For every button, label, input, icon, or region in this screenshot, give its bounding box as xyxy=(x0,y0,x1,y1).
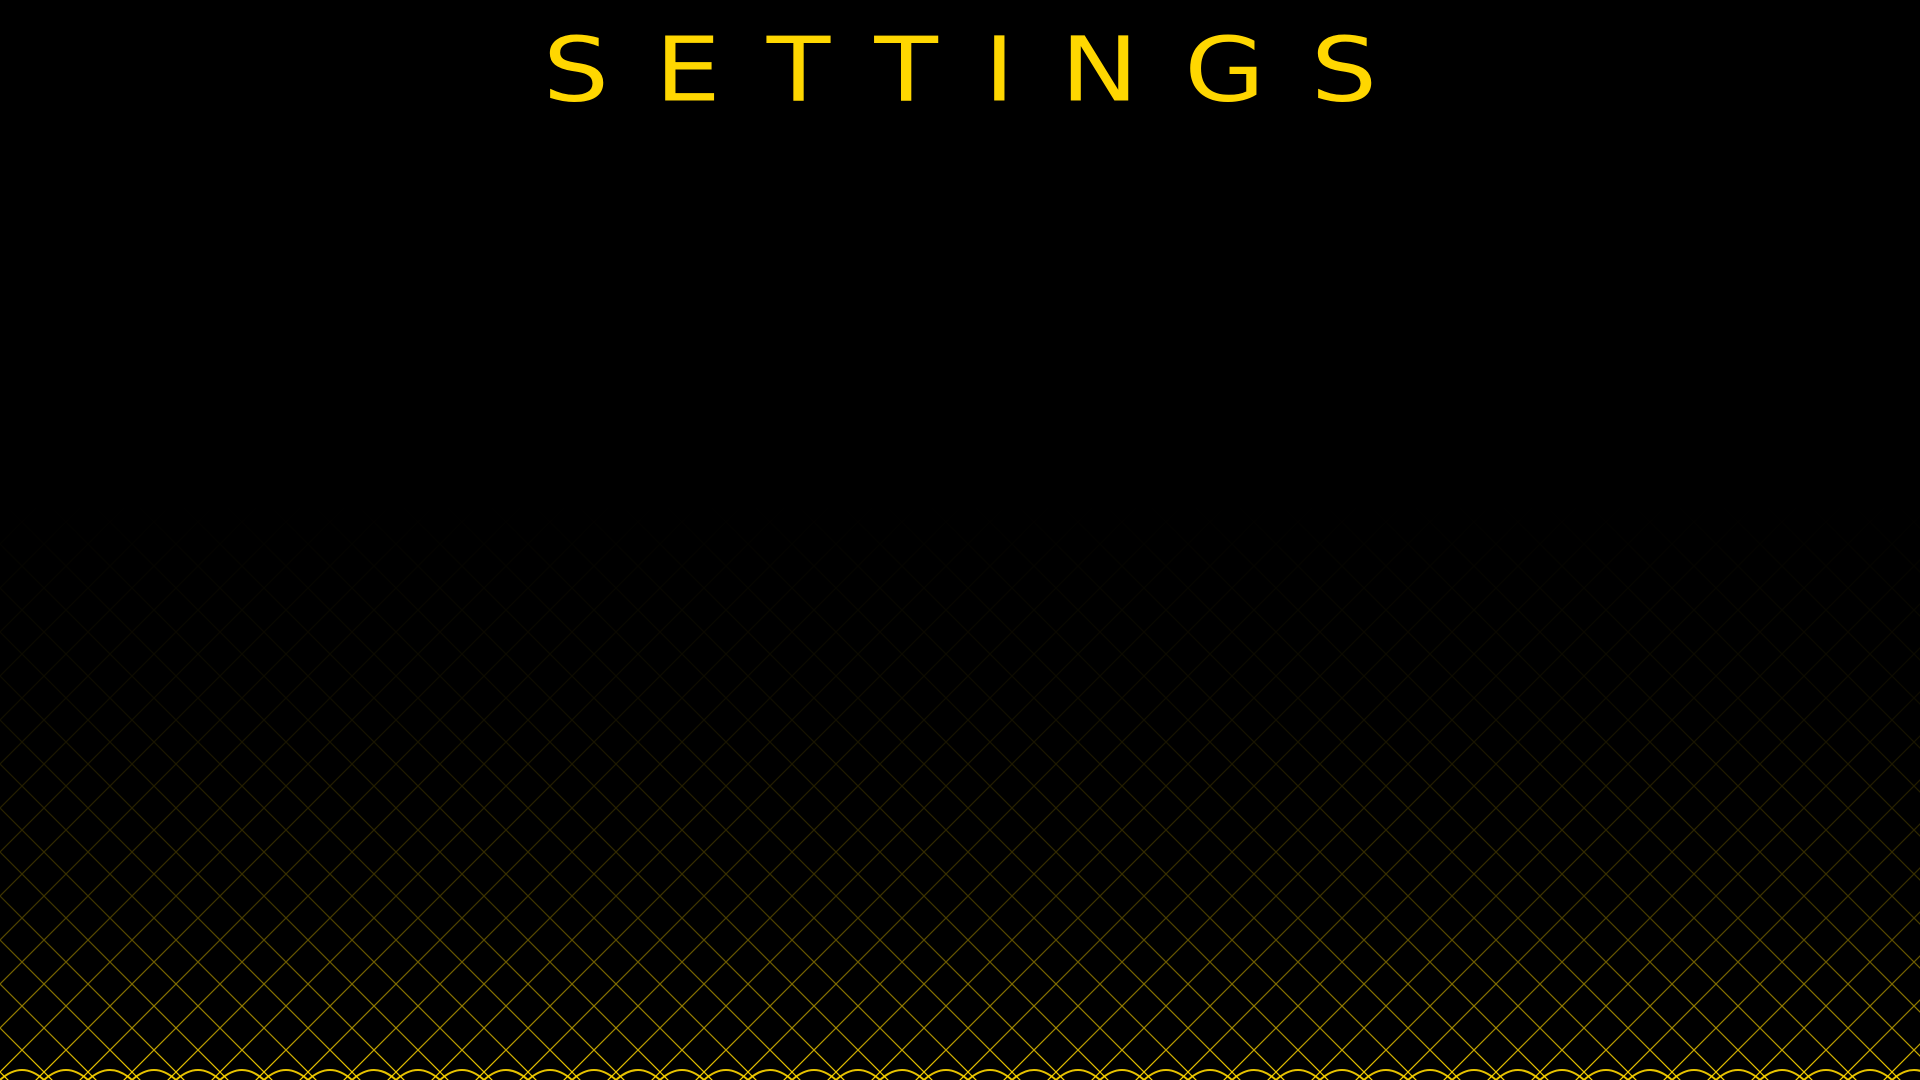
scallop-arc xyxy=(659,1069,705,1080)
scallop-arc xyxy=(1715,1069,1761,1080)
scallop-arc xyxy=(1891,1069,1920,1080)
scallop-arc xyxy=(571,1069,617,1080)
scallop-arc xyxy=(1319,1069,1365,1080)
scallop-arc xyxy=(1539,1069,1585,1080)
scallop-arc xyxy=(1011,1069,1057,1080)
scallop-arc xyxy=(395,1069,441,1080)
scallop-arc xyxy=(1363,1069,1409,1080)
scallop-arc xyxy=(527,1069,573,1080)
scallop-arc xyxy=(1759,1069,1805,1080)
settings-screen: SETTINGS xyxy=(0,0,1920,1080)
scallop-arc xyxy=(263,1069,309,1080)
scallop-arc xyxy=(307,1069,353,1080)
scallop-arc xyxy=(923,1069,969,1080)
scallop-arc xyxy=(483,1069,529,1080)
scallop-arc xyxy=(1055,1069,1101,1080)
scallop-arc xyxy=(879,1069,925,1080)
scallop-arc xyxy=(1451,1069,1497,1080)
scallop-arc xyxy=(615,1069,661,1080)
scallop-arc xyxy=(747,1069,793,1080)
scallop-arc xyxy=(175,1069,221,1080)
page-title: SETTINGS xyxy=(542,17,1424,123)
scallop-arc xyxy=(1099,1069,1145,1080)
scallop-arc xyxy=(439,1069,485,1080)
scallop-arc xyxy=(1495,1069,1541,1080)
scallop-arc xyxy=(1583,1069,1629,1080)
scallop-arc xyxy=(131,1069,177,1080)
scallop-arc xyxy=(791,1069,837,1080)
scallop-arc xyxy=(1407,1069,1453,1080)
scallop-arc xyxy=(967,1069,1013,1080)
scallop-arc xyxy=(1143,1069,1189,1080)
scallop-arc xyxy=(703,1069,749,1080)
scallop-arc xyxy=(219,1069,265,1080)
scallop-arc xyxy=(1847,1069,1893,1080)
scallop-arc xyxy=(1627,1069,1673,1080)
scallop-arc xyxy=(1275,1069,1321,1080)
scallop-arc xyxy=(1187,1069,1233,1080)
scallop-arc xyxy=(0,1069,45,1080)
scallop-arc xyxy=(43,1069,89,1080)
diamond-grid-pattern xyxy=(0,500,1920,1080)
scallop-arc xyxy=(87,1069,133,1080)
scallop-arc xyxy=(835,1069,881,1080)
scallop-arc xyxy=(351,1069,397,1080)
scallop-arc xyxy=(1231,1069,1277,1080)
scallop-arc xyxy=(1803,1069,1849,1080)
scallop-arc xyxy=(1671,1069,1717,1080)
